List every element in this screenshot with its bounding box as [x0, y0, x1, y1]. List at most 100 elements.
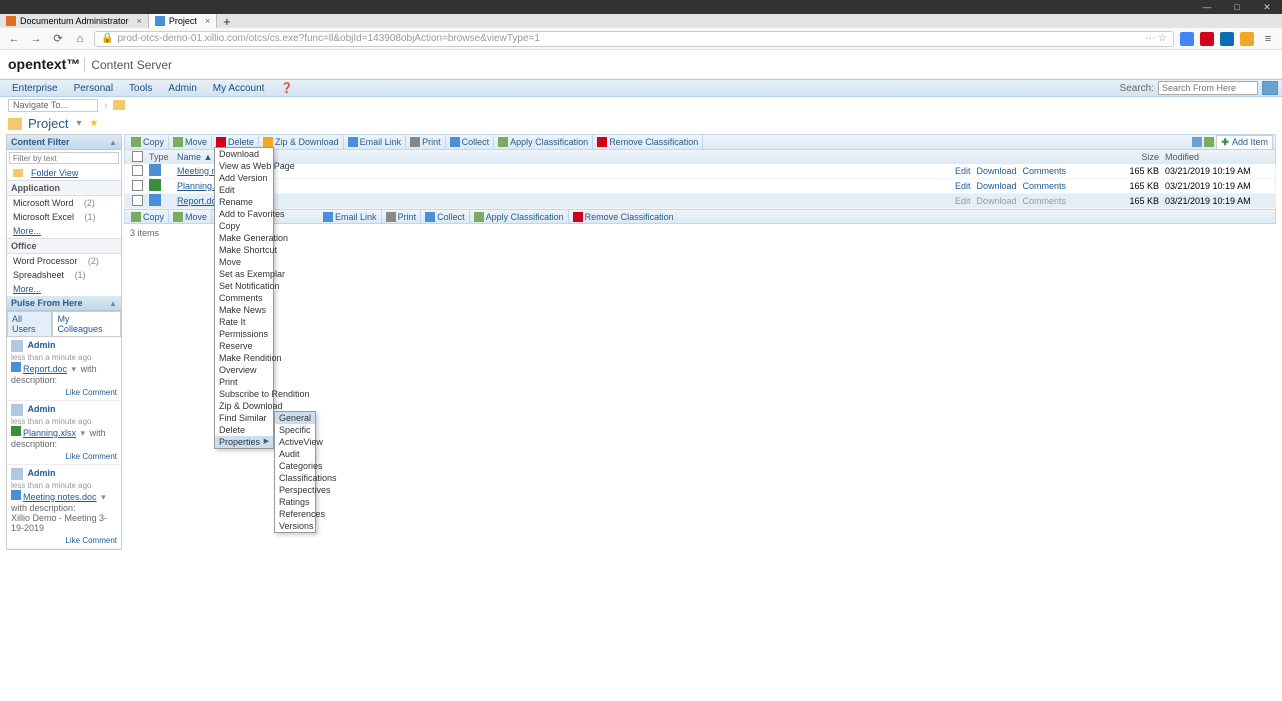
sub-categories[interactable]: Categories [275, 460, 315, 472]
pulse-user[interactable]: Admin [28, 404, 56, 414]
tab-project[interactable]: Project × [149, 14, 217, 28]
ctx-rename[interactable]: Rename [215, 196, 273, 208]
edit-action[interactable]: Edit [955, 181, 971, 191]
close-tab-icon[interactable]: × [205, 16, 210, 26]
close-window-button[interactable]: ✕ [1252, 0, 1282, 14]
pulse-doc-link[interactable]: Planning.xlsx [23, 428, 76, 438]
reload-button[interactable]: ⟳ [50, 31, 66, 47]
collapse-icon[interactable]: ▲ [109, 299, 117, 308]
minimize-button[interactable]: — [1192, 0, 1222, 14]
download-action[interactable]: Download [977, 166, 1017, 176]
comments-action[interactable]: Comments [1023, 181, 1067, 191]
refresh-icon[interactable] [1192, 137, 1202, 147]
sub-audit[interactable]: Audit [275, 448, 315, 460]
nav-enterprise[interactable]: Enterprise [4, 83, 66, 94]
move-button[interactable]: Move [169, 135, 212, 149]
ctx-delete[interactable]: Delete [215, 424, 273, 436]
pulse-user[interactable]: Admin [28, 468, 56, 478]
search-input[interactable] [1158, 81, 1258, 95]
tab-documentum[interactable]: Documentum Administrator × [0, 14, 149, 28]
pulse-user[interactable]: Admin [28, 340, 56, 350]
ctx-make-generation[interactable]: Make Generation [215, 232, 273, 244]
sub-specific[interactable]: Specific [275, 424, 315, 436]
ctx-permissions[interactable]: Permissions [215, 328, 273, 340]
home-button[interactable]: ⌂ [72, 31, 88, 47]
copy-button[interactable]: Copy [127, 135, 169, 149]
ctx-edit[interactable]: Edit [215, 184, 273, 196]
ctx-make-shortcut[interactable]: Make Shortcut [215, 244, 273, 256]
row-checkbox[interactable] [132, 180, 143, 191]
ctx-add-version[interactable]: Add Version [215, 172, 273, 184]
comments-action[interactable]: Comments [1023, 166, 1067, 176]
sub-versions[interactable]: Versions [275, 520, 315, 532]
comment-link[interactable]: Comment [82, 388, 117, 397]
row-checkbox[interactable] [132, 195, 143, 206]
office-filter-ss[interactable]: Spreadsheet (1) [7, 268, 121, 282]
ctx-rate-it[interactable]: Rate It [215, 316, 273, 328]
nav-my-account[interactable]: My Account [205, 83, 273, 94]
content-filter-header[interactable]: Content Filter ▲ [7, 135, 121, 150]
extension-icon[interactable] [1240, 32, 1254, 46]
like-link[interactable]: Like [65, 388, 80, 397]
remove-class-button[interactable]: Remove Classification [569, 210, 678, 223]
nav-admin[interactable]: Admin [160, 83, 204, 94]
collect-button[interactable]: Collect [446, 135, 495, 149]
add-item-button[interactable]: ✚Add Item [1216, 135, 1273, 150]
sub-activeview[interactable]: ActiveView [275, 436, 315, 448]
extension-icon[interactable] [1180, 32, 1194, 46]
view-icon[interactable] [1204, 137, 1214, 147]
ctx-add-favorites[interactable]: Add to Favorites [215, 208, 273, 220]
favorite-star-icon[interactable]: ★ [90, 118, 99, 129]
ctx-overview[interactable]: Overview [215, 364, 273, 376]
email-button[interactable]: Email Link [344, 135, 407, 149]
project-dropdown[interactable]: ▾ [74, 118, 83, 129]
nav-help-icon[interactable]: ❓ [272, 83, 300, 94]
ctx-set-exemplar[interactable]: Set as Exemplar [215, 268, 273, 280]
app-filter-excel[interactable]: Microsoft Excel (1) [7, 210, 121, 224]
ctx-download[interactable]: Download [215, 148, 273, 160]
back-button[interactable]: ← [6, 31, 22, 47]
like-link[interactable]: Like [65, 536, 80, 545]
col-size[interactable]: Size [1115, 152, 1165, 162]
remove-class-button[interactable]: Remove Classification [593, 135, 703, 149]
ctx-make-news[interactable]: Make News [215, 304, 273, 316]
more-link[interactable]: More... [7, 282, 121, 296]
email-button[interactable]: Email Link [319, 210, 382, 223]
forward-button[interactable]: → [28, 31, 44, 47]
ctx-move[interactable]: Move [215, 256, 273, 268]
move-button[interactable]: Move [169, 210, 212, 223]
app-filter-word[interactable]: Microsoft Word (2) [7, 196, 121, 210]
pulse-doc-link[interactable]: Meeting notes.doc [23, 492, 97, 502]
download-action[interactable]: Download [977, 196, 1017, 206]
copy-button[interactable]: Copy [127, 210, 169, 223]
nav-personal[interactable]: Personal [66, 83, 121, 94]
select-all-checkbox[interactable] [132, 151, 143, 162]
ctx-print[interactable]: Print [215, 376, 273, 388]
col-type[interactable]: Type [149, 152, 173, 162]
extension-icon[interactable] [1220, 32, 1234, 46]
sub-classifications[interactable]: Classifications [275, 472, 315, 484]
ctx-zip-download[interactable]: Zip & Download [215, 400, 273, 412]
print-button[interactable]: Print [406, 135, 446, 149]
nav-tools[interactable]: Tools [121, 83, 160, 94]
pulse-header[interactable]: Pulse From Here ▲ [7, 296, 121, 311]
ctx-subscribe-rendition[interactable]: Subscribe to Rendition [215, 388, 273, 400]
filter-input[interactable] [9, 152, 119, 164]
search-button[interactable] [1262, 81, 1278, 95]
collapse-icon[interactable]: ▲ [109, 138, 117, 147]
new-tab-button[interactable]: + [217, 14, 237, 29]
apply-class-button[interactable]: Apply Classification [494, 135, 593, 149]
ctx-find-similar[interactable]: Find Similar [215, 412, 273, 424]
more-link[interactable]: More... [7, 224, 121, 238]
pulse-tab-colleagues[interactable]: My Colleagues [52, 311, 121, 337]
pulse-doc-dropdown[interactable]: ▾ [79, 428, 88, 438]
menu-button[interactable]: ≡ [1260, 31, 1276, 47]
ctx-properties[interactable]: Properties▶ [215, 436, 273, 448]
pulse-doc-dropdown[interactable]: ▾ [99, 492, 108, 502]
download-action[interactable]: Download [977, 181, 1017, 191]
sub-general[interactable]: General [275, 412, 315, 424]
navigate-to-dropdown[interactable]: Navigate To... [8, 99, 98, 112]
comment-link[interactable]: Comment [82, 536, 117, 545]
apply-class-button[interactable]: Apply Classification [470, 210, 569, 223]
print-button[interactable]: Print [382, 210, 422, 223]
